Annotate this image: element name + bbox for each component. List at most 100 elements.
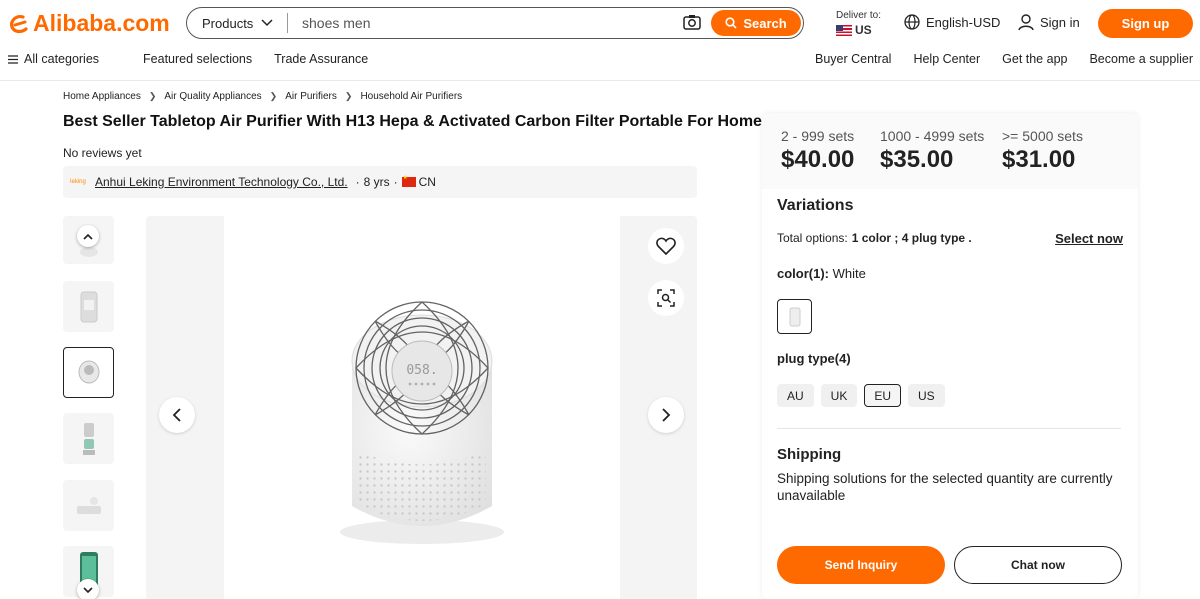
plug-type-heading: plug type(4) (777, 351, 851, 366)
sign-in-label: Sign in (1040, 15, 1080, 30)
get-app-link[interactable]: Get the app (1002, 52, 1067, 66)
all-categories-label: All categories (24, 52, 100, 66)
us-flag-icon (836, 24, 852, 36)
reviews-text: No reviews yet (63, 146, 142, 160)
color-count-label: color(1): (777, 266, 829, 281)
search-input[interactable] (302, 15, 672, 31)
search-icon (725, 17, 737, 29)
chevron-right-icon: ❯ (344, 91, 353, 101)
search-button-label: Search (743, 15, 787, 31)
plug-option-au[interactable]: AU (777, 384, 814, 407)
product-title: Best Seller Tabletop Air Purifier With H… (63, 113, 762, 130)
top-header: Alibaba.com Products Search Deliver to: … (0, 0, 1200, 81)
color-value: White (832, 266, 866, 281)
help-center-link[interactable]: Help Center (913, 52, 980, 66)
deliver-country: US (855, 23, 872, 37)
plug-option-uk[interactable]: UK (820, 384, 858, 407)
plug-option-us[interactable]: US (908, 384, 945, 407)
favorite-button[interactable] (648, 228, 684, 264)
select-now-link[interactable]: Select now (1055, 231, 1123, 246)
thumbnail-2[interactable] (63, 281, 114, 332)
chevron-up-icon (83, 233, 93, 240)
breadcrumb-item[interactable]: Home Appliances (63, 91, 141, 102)
all-categories-link[interactable]: All categories (8, 52, 121, 66)
shipping-text: Shipping solutions for the selected quan… (777, 471, 1113, 503)
prev-image-button[interactable] (159, 397, 195, 433)
price-tier-1: 2 - 999 sets $40.00 (781, 128, 854, 174)
price-tier-2: 1000 - 4999 sets $35.00 (880, 128, 984, 174)
tier-range: >= 5000 sets (1002, 128, 1083, 144)
purchase-panel: 2 - 999 sets $40.00 1000 - 4999 sets $35… (762, 113, 1138, 599)
supplier-logo: leking (70, 179, 86, 185)
featured-selections-link[interactable]: Featured selections (143, 52, 252, 66)
color-label: color(1): White (777, 266, 866, 281)
search-divider (287, 13, 288, 33)
chevron-right-icon: ❯ (269, 91, 278, 101)
alibaba-logo[interactable]: Alibaba.com (8, 10, 170, 37)
camera-search-icon[interactable] (683, 14, 701, 33)
breadcrumb-item[interactable]: Air Purifiers (285, 91, 337, 102)
price-tiers: 2 - 999 sets $40.00 1000 - 4999 sets $35… (762, 113, 1138, 189)
tier-price: $31.00 (1002, 146, 1076, 173)
search-category-dropdown[interactable]: Products (187, 16, 287, 31)
nav-left: All categories Featured selections Trade… (8, 52, 390, 66)
thumbnail-down-button[interactable] (77, 579, 99, 599)
thumbnail-strip (63, 216, 115, 599)
logo-text: Alibaba.com (33, 10, 170, 36)
chevron-right-icon (662, 408, 671, 422)
variations-heading: Variations (777, 197, 854, 214)
thumbnail-5[interactable] (63, 480, 114, 531)
supplier-name-link[interactable]: Anhui Leking Environment Technology Co.,… (95, 175, 348, 189)
trade-assurance-link[interactable]: Trade Assurance (274, 52, 368, 66)
product-photo: 058. (224, 216, 620, 599)
deliver-to[interactable]: Deliver to: US (836, 10, 881, 37)
tier-range: 1000 - 4999 sets (880, 128, 985, 144)
product-main-image[interactable]: 058. (146, 216, 697, 599)
breadcrumb-item[interactable]: Air Quality Appliances (164, 91, 261, 102)
divider (777, 428, 1121, 429)
shipping-heading: Shipping (777, 446, 842, 463)
deliver-label: Deliver to: (836, 10, 882, 21)
tier-price: $35.00 (880, 146, 954, 173)
language-selector[interactable]: English-USD (904, 14, 1000, 30)
chevron-left-icon (172, 408, 181, 422)
chevron-right-icon: ❯ (148, 91, 157, 101)
color-swatch-white[interactable] (777, 299, 812, 334)
supplier-country: CN (418, 175, 436, 189)
chat-now-button[interactable]: Chat now (954, 546, 1122, 584)
tier-price: $40.00 (781, 146, 855, 173)
breadcrumb-item[interactable]: Household Air Purifiers (360, 91, 462, 102)
user-icon (1018, 14, 1034, 31)
air-purifier-image: 058. (340, 301, 504, 544)
cn-flag-icon (401, 174, 416, 187)
purifier-display-reading: 058. (406, 363, 437, 378)
image-search-icon (657, 289, 675, 307)
chevron-down-icon (261, 19, 273, 27)
plug-type-options: AU UK EU US (777, 384, 952, 407)
sign-in-link[interactable]: Sign in (1018, 14, 1080, 31)
thumbnail-4[interactable] (63, 413, 114, 464)
alibaba-logo-icon (10, 14, 28, 33)
nav-right: Buyer Central Help Center Get the app Be… (793, 52, 1193, 66)
thumbnail-3-active[interactable] (63, 347, 114, 398)
total-options-label: Total options: (777, 231, 848, 245)
buyer-central-link[interactable]: Buyer Central (815, 52, 891, 66)
language-label: English-USD (926, 14, 1001, 30)
heart-icon (656, 237, 676, 255)
next-image-button[interactable] (648, 397, 684, 433)
image-search-button[interactable] (648, 280, 684, 316)
become-supplier-link[interactable]: Become a supplier (1089, 52, 1193, 66)
chevron-down-icon (83, 586, 93, 593)
thumbnail-up-button[interactable] (77, 225, 99, 247)
search-bar: Products Search (186, 7, 804, 39)
search-button[interactable]: Search (711, 10, 801, 36)
send-inquiry-button[interactable]: Send Inquiry (777, 546, 945, 584)
tier-range: 2 - 999 sets (781, 128, 855, 144)
sign-up-button[interactable]: Sign up (1098, 9, 1193, 38)
search-category-label: Products (202, 15, 254, 31)
breadcrumb: Home Appliances ❯ Air Quality Appliances… (63, 91, 462, 102)
menu-icon (8, 54, 18, 64)
price-tier-3: >= 5000 sets $31.00 (1002, 128, 1083, 174)
plug-option-eu[interactable]: EU (864, 384, 902, 407)
total-options-value: 1 color ; 4 plug type . (851, 231, 972, 245)
